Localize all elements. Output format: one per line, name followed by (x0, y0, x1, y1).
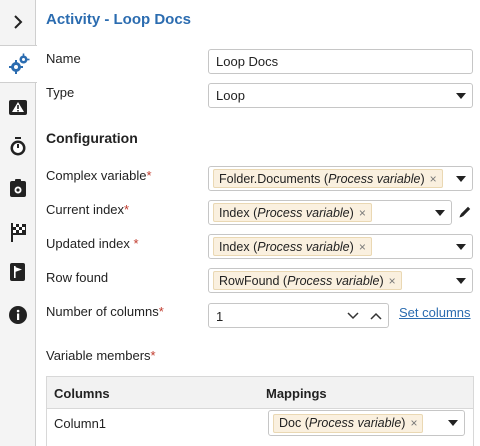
flag-icon (10, 263, 25, 281)
chip-kind: Process variable (257, 239, 350, 254)
mappings-header: Mappings (266, 386, 327, 401)
variable-chip: RowFound (Process variable) × (213, 271, 402, 290)
current-index-select[interactable]: Index (Process variable) × (208, 200, 452, 225)
type-label: Type (46, 85, 75, 100)
chip-kind: Process variable (287, 273, 380, 288)
variable-members-table: Columns Mappings Column1 Doc (Process va… (46, 376, 474, 446)
type-value: Loop (216, 88, 245, 103)
info-icon (9, 306, 27, 324)
configuration-heading: Configuration (46, 130, 138, 146)
chip-kind: Process variable (328, 171, 421, 186)
variable-chip: Index (Process variable) × (213, 237, 372, 256)
tab-milestones[interactable] (0, 253, 36, 291)
variable-members-label: Variable members* (46, 348, 156, 363)
decrement-chevron-down-icon[interactable] (346, 310, 360, 322)
required-mark: * (124, 202, 130, 217)
remove-chip-icon[interactable]: × (359, 240, 366, 254)
name-value: Loop Docs (216, 54, 279, 69)
tab-warnings[interactable] (0, 88, 36, 126)
complex-variable-select[interactable]: Folder.Documents (Process variable) × (208, 166, 473, 191)
name-label: Name (46, 51, 81, 66)
edit-pencil-icon[interactable] (458, 205, 472, 219)
updated-index-select[interactable]: Index (Process variable) × (208, 234, 473, 259)
page-title: Activity - Loop Docs (46, 11, 192, 28)
checkered-flag-icon (11, 223, 26, 242)
expand-button[interactable] (0, 3, 36, 41)
tab-info[interactable] (0, 296, 36, 334)
row-found-label: Row found (46, 270, 109, 285)
row-found-select[interactable]: RowFound (Process variable) × (208, 268, 473, 293)
warning-icon (9, 100, 27, 115)
mapping-select[interactable]: Doc (Process variable) × (268, 410, 465, 436)
chip-name: Folder.Documents (219, 171, 321, 186)
gears-icon (8, 53, 29, 74)
name-input[interactable]: Loop Docs (208, 49, 473, 74)
tab-general[interactable] (0, 45, 37, 83)
updated-index-text: Updated index (46, 236, 134, 251)
variable-chip: Folder.Documents (Process variable) × (213, 169, 443, 188)
table-header: Columns Mappings (47, 377, 473, 409)
chip-name: Index (219, 239, 250, 254)
chevron-down-icon (456, 93, 466, 99)
clipboard-camera-icon (10, 179, 26, 197)
remove-chip-icon[interactable]: × (410, 416, 417, 430)
remove-chip-icon[interactable]: × (359, 206, 366, 220)
remove-chip-icon[interactable]: × (389, 274, 396, 288)
required-mark: * (133, 236, 139, 251)
chip-kind: Process variable (257, 205, 350, 220)
chevron-down-icon (456, 244, 466, 250)
required-mark: * (150, 348, 156, 363)
updated-index-label: Updated index * (46, 236, 139, 251)
variable-chip: Doc (Process variable) × (273, 413, 424, 433)
chevron-down-icon (435, 210, 445, 216)
tab-timer[interactable] (0, 128, 36, 166)
number-of-columns-value: 1 (216, 309, 224, 324)
number-of-columns-stepper[interactable]: 1 (208, 303, 389, 328)
chevron-down-icon (448, 420, 458, 426)
stopwatch-icon (10, 137, 26, 156)
required-mark: * (146, 168, 152, 183)
variable-chip: Index (Process variable) × (213, 203, 372, 222)
current-index-text: Current index (46, 202, 125, 217)
chip-name: RowFound (219, 273, 280, 288)
type-select[interactable]: Loop (208, 83, 473, 108)
chevron-down-icon (456, 176, 466, 182)
increment-chevron-up-icon[interactable] (369, 310, 383, 322)
remove-chip-icon[interactable]: × (430, 172, 437, 186)
current-index-label: Current index* (46, 202, 129, 217)
chevron-right-icon (14, 15, 23, 29)
columns-header: Columns (54, 386, 110, 401)
tab-attachments[interactable] (0, 169, 36, 207)
chevron-down-icon (456, 278, 466, 284)
complex-variable-text: Complex variable (46, 168, 147, 183)
tab-end[interactable] (0, 213, 36, 251)
column-name: Column1 (54, 416, 107, 431)
variable-members-text: Variable members (46, 348, 151, 363)
required-mark: * (158, 304, 164, 319)
complex-variable-label: Complex variable* (46, 168, 152, 183)
chip-name: Index (219, 205, 250, 220)
chip-name: Doc (279, 416, 302, 430)
number-of-columns-label: Number of columns* (46, 304, 164, 319)
number-of-columns-text: Number of columns (46, 304, 159, 319)
side-rail (0, 0, 37, 446)
set-columns-link[interactable]: Set columns (399, 305, 471, 320)
chip-kind: Process variable (308, 416, 402, 430)
